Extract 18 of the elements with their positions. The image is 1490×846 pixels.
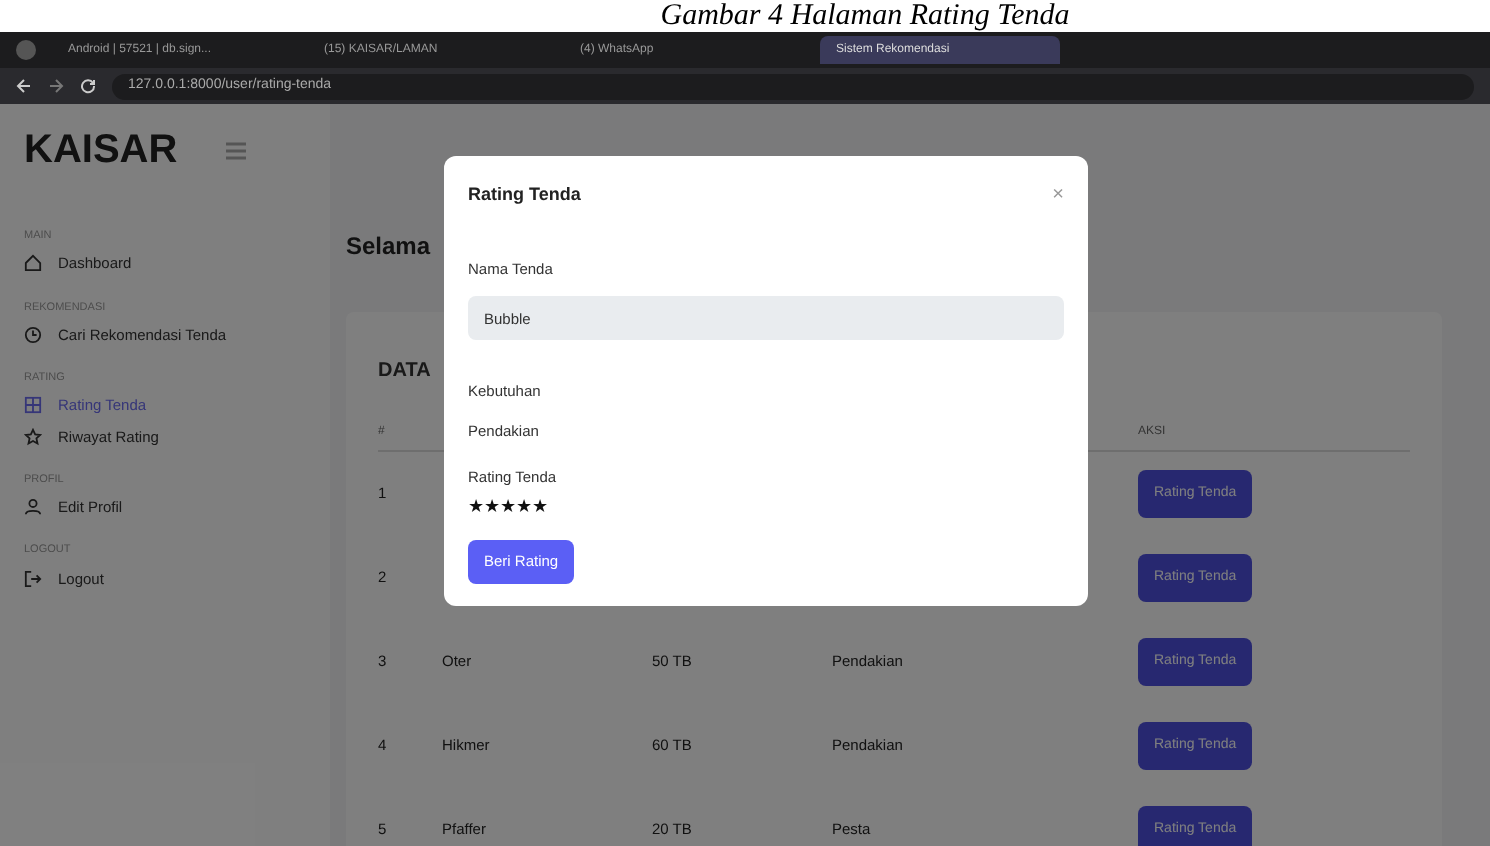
back-icon[interactable]: [16, 78, 32, 94]
brand-logo: KAISAR: [24, 126, 178, 176]
grid-icon: [24, 396, 42, 415]
forward-icon[interactable]: [48, 78, 64, 94]
clock-icon: [24, 325, 42, 344]
menu-icon[interactable]: [225, 141, 246, 159]
figure-caption: Gambar 4 Halaman Rating Tenda: [660, 0, 1070, 32]
reload-icon[interactable]: [80, 78, 96, 94]
star-rating[interactable]: ★★★★★: [468, 496, 548, 516]
star-icon: [24, 427, 42, 446]
user-icon: [24, 498, 42, 517]
home-icon: [24, 254, 42, 273]
close-button[interactable]: ×: [1052, 180, 1064, 210]
logout-icon: [24, 569, 42, 588]
browser-menu-icon[interactable]: [16, 40, 36, 60]
greeting-text: Selama: [346, 230, 431, 264]
card-title: DATA: [378, 360, 431, 382]
modal-title: Rating Tenda: [468, 181, 581, 208]
